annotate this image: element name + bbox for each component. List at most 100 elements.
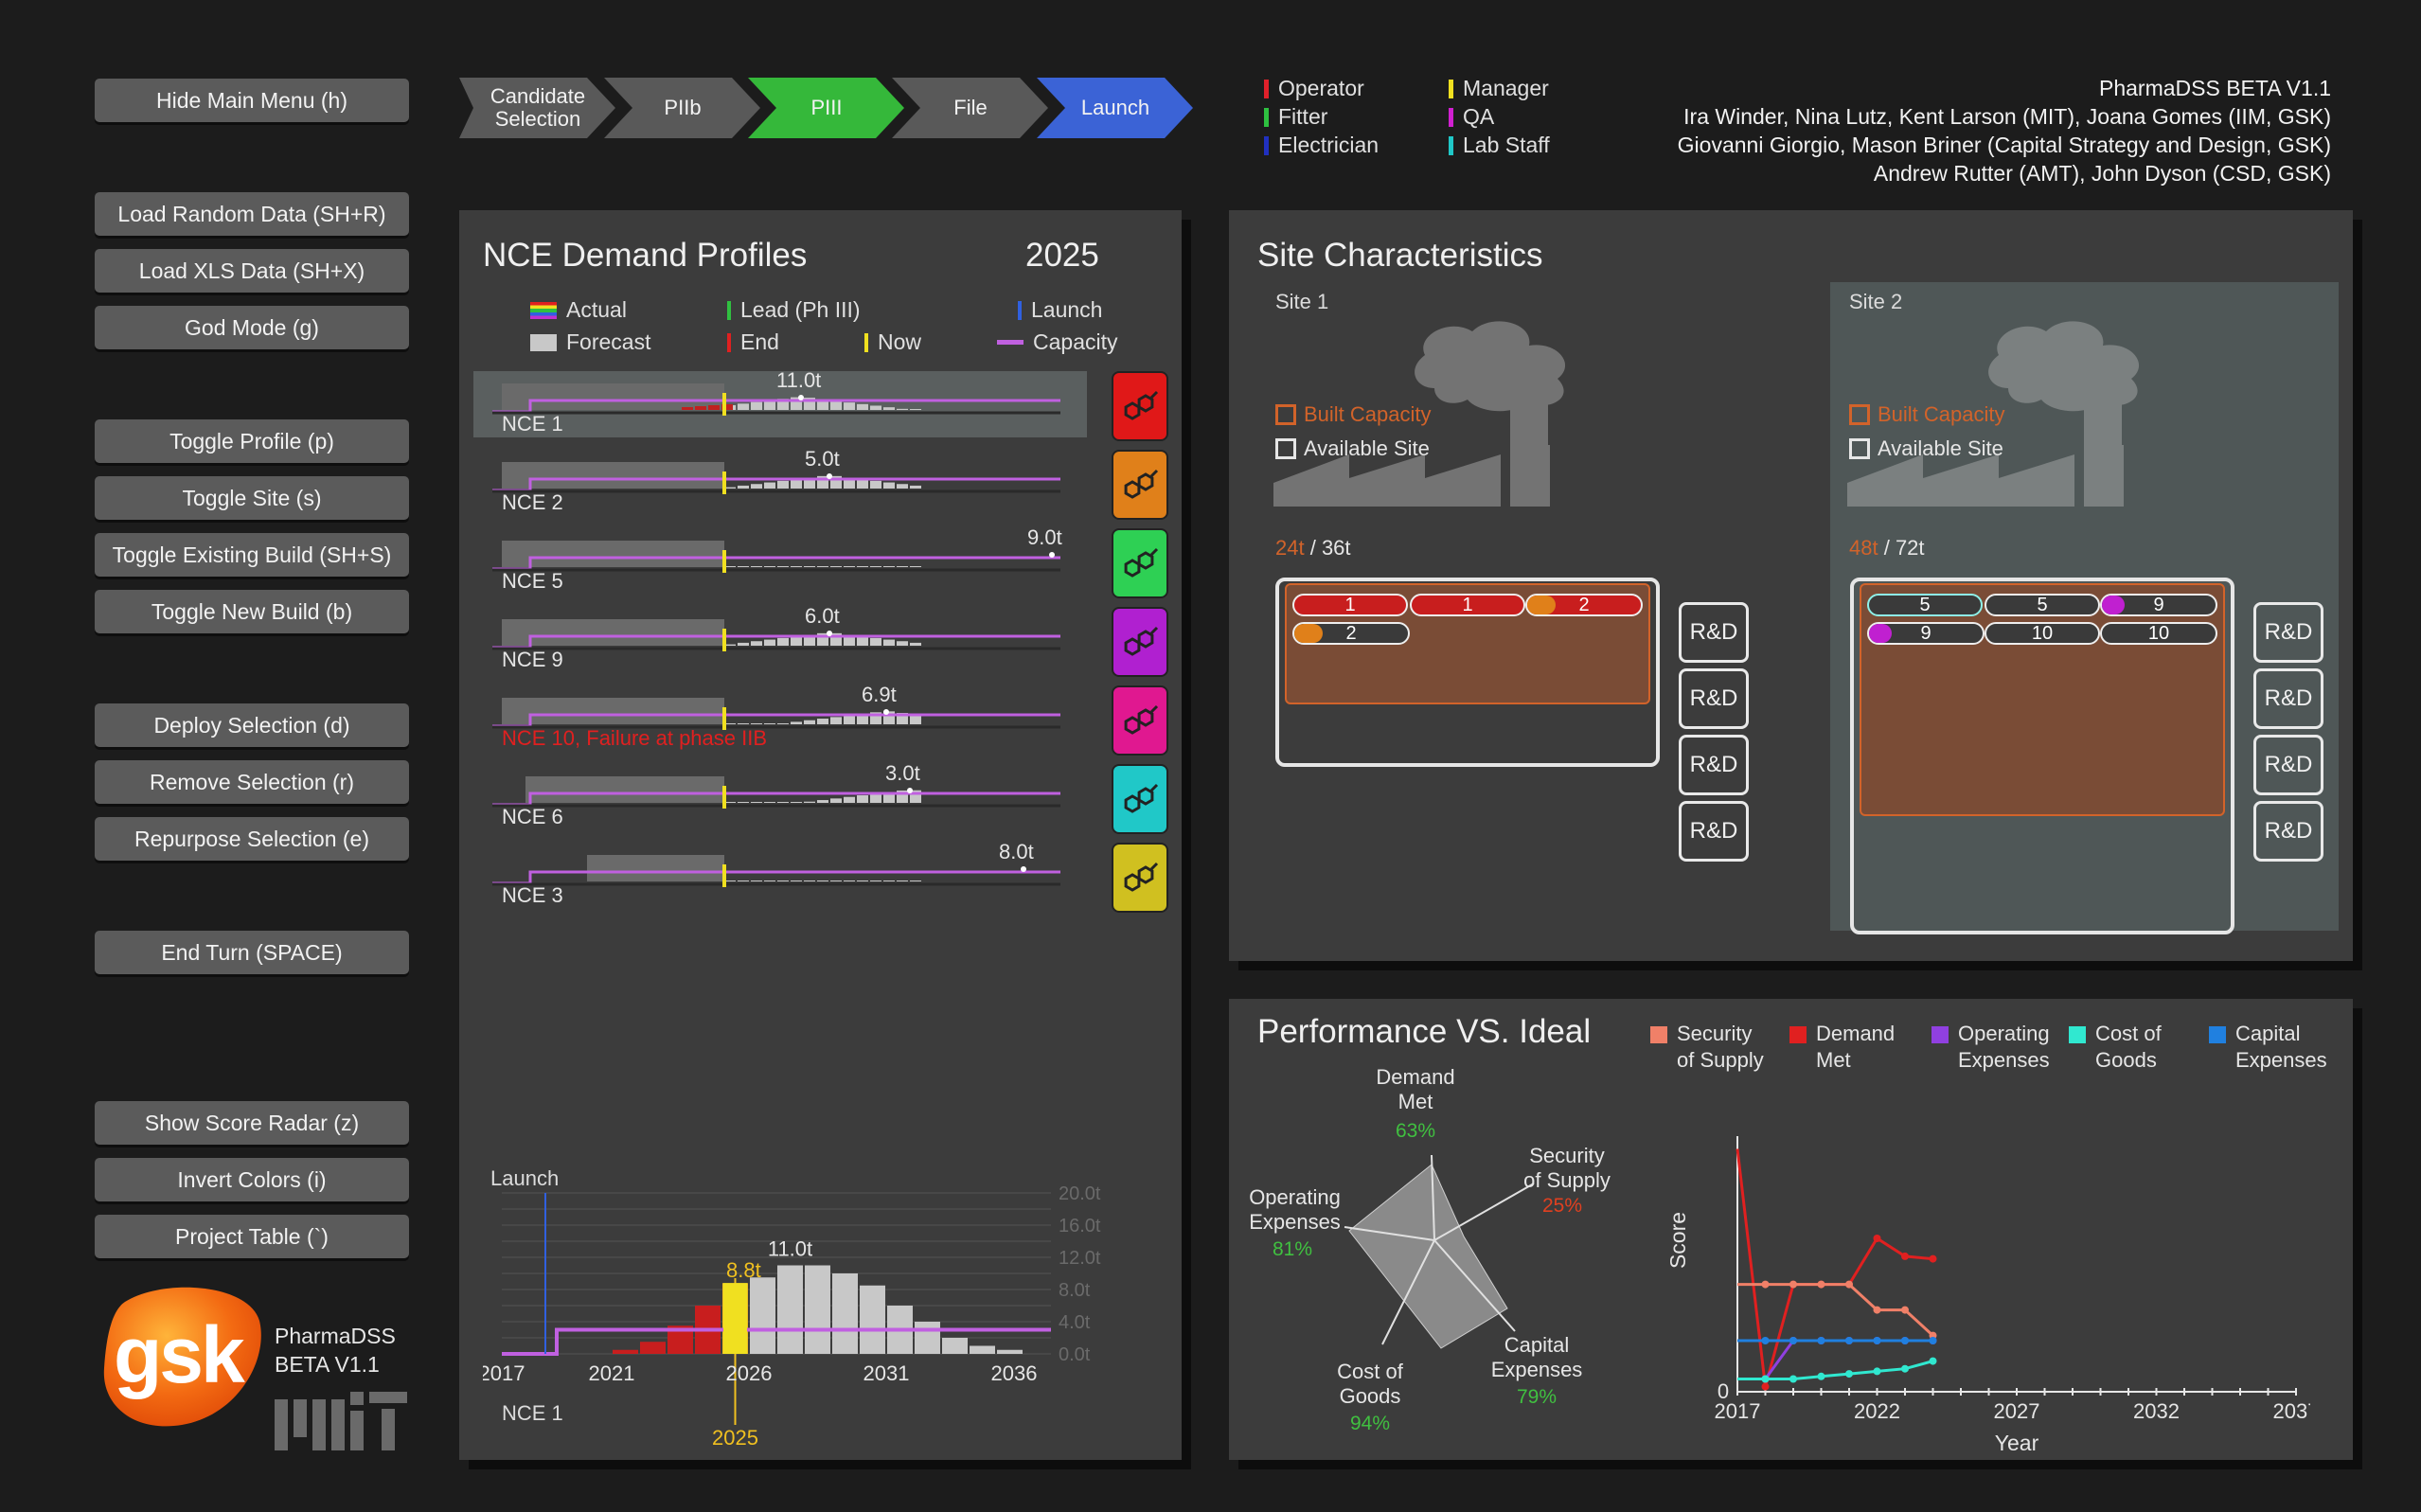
rd-button[interactable]: R&D [1679,668,1749,729]
forecast-bar [997,1349,1023,1354]
rd-button[interactable]: R&D [1679,735,1749,795]
project-table-button[interactable]: Project Table (`) [95,1215,409,1258]
performance-legend-item: Operating Expenses [1931,1021,2050,1074]
staff-color-tick-icon [1264,79,1269,98]
score-point [1845,1337,1853,1344]
rd-button[interactable]: R&D [1679,801,1749,862]
nce-molecule-button[interactable] [1112,843,1168,913]
actual-bar [613,1349,638,1354]
nce-molecule-button[interactable] [1112,764,1168,834]
phase-label: PIII [765,78,888,138]
load-random-data-button[interactable]: Load Random Data (SH+R) [95,192,409,236]
toggle-existing-build-button[interactable]: Toggle Existing Build (SH+S) [95,533,409,577]
phase-label: File [909,78,1032,138]
deploy-selection-button[interactable]: Deploy Selection (d) [95,703,409,747]
radar-capital-line2: Expenses [1490,1358,1583,1381]
nce-molecule-button[interactable] [1112,685,1168,756]
phase-1[interactable]: PIIb [604,78,765,138]
radar-capital-pct: 79% [1516,1386,1558,1408]
god-mode-button[interactable]: God Mode (g) [95,306,409,349]
nce-mini-chart[interactable] [492,529,1079,596]
phase-4[interactable]: Launch [1037,78,1198,138]
nce-molecule-button[interactable] [1112,371,1168,441]
nce-mini-chart[interactable] [492,765,1079,831]
radar-operating-label: Operating Expenses [1240,1185,1349,1235]
molecule-icon [1124,704,1159,735]
green-tick-icon [727,300,731,320]
nce-mini-chart[interactable] [492,608,1079,674]
phase-3[interactable]: File [892,78,1053,138]
pill-label: 10 [2147,622,2170,644]
nce-mini-chart[interactable] [492,451,1079,517]
build-pill[interactable]: 9 [1867,622,1985,645]
repurpose-selection-button[interactable]: Repurpose Selection (e) [95,817,409,861]
phase-label-line2: Selection [494,107,581,131]
radar-security-label: Security of Supply [1515,1144,1619,1193]
toggle-new-build-button[interactable]: Toggle New Build (b) [95,590,409,633]
site-1-built-legend: Built Capacity [1275,402,1432,427]
y-tick-label: 20.0t [1059,1183,1101,1204]
y-zero-label: 0 [1718,1379,1729,1403]
nce-name: NCE 9 [502,648,563,671]
actual-bar [640,1342,666,1354]
forecast-bar [860,1285,885,1354]
radar-cost-line1: Cost of [1337,1360,1403,1383]
build-pill[interactable]: 10 [2100,622,2217,645]
performance-legend-text: Security of Supply [1677,1021,1764,1074]
nce-mini-chart[interactable] [492,844,1079,910]
staff-label: Operator [1278,76,1364,100]
phase-0[interactable]: Candidate Selection [459,78,620,138]
site-1-available-label: Available Site [1304,436,1430,460]
phase-label-line1: PIII [810,96,843,119]
build-pill[interactable]: 2 [1292,622,1410,645]
build-pill[interactable]: 9 [2100,594,2217,616]
legend-line1: Operating [1958,1022,2050,1045]
nce-peak-value: 5.0t [805,447,840,471]
y-tick-label: 12.0t [1059,1248,1101,1269]
invert-colors-button[interactable]: Invert Colors (i) [95,1158,409,1201]
legend-lead: Lead (Ph III) [727,297,861,323]
end-turn-button[interactable]: End Turn (SPACE) [95,931,409,974]
toggle-profile-button[interactable]: Toggle Profile (p) [95,419,409,463]
gsk-logo: gsk [97,1283,269,1430]
phase-label: PIIb [621,78,744,138]
score-point [1901,1337,1909,1344]
load-xls-data-button[interactable]: Load XLS Data (SH+X) [95,249,409,293]
phase-2[interactable]: PIII [748,78,909,138]
build-pill[interactable]: 5 [1985,594,2100,616]
pill-label: 1 [1344,594,1356,615]
rd-button[interactable]: R&D [2253,602,2323,663]
site-2-built-area[interactable] [1860,583,2225,816]
show-score-radar-button[interactable]: Show Score Radar (z) [95,1101,409,1145]
nce-name: NCE 3 [502,883,563,907]
nce-failure-note: NCE 10, Failure at phase IIB [502,726,768,750]
build-pill[interactable]: 1 [1410,594,1525,616]
nce-molecule-button[interactable] [1112,450,1168,520]
remove-selection-button[interactable]: Remove Selection (r) [95,760,409,804]
legend-capacity: Capacity [997,329,1117,355]
rd-button[interactable]: R&D [2253,735,2323,795]
build-pill[interactable]: 5 [1867,594,1983,616]
legend-end-label: End [740,329,779,354]
y-axis-title: Score [1665,1212,1690,1269]
rd-button[interactable]: R&D [2253,801,2323,862]
score-point [1873,1367,1881,1376]
build-pill[interactable]: 10 [1985,622,2100,645]
build-pill[interactable]: 2 [1525,594,1643,616]
molecule-icon [1124,862,1159,892]
x-tick-label: 2031 [863,1361,910,1385]
hide-main-menu-button[interactable]: Hide Main Menu (h) [95,79,409,122]
site-1-total: / 36t [1309,536,1351,560]
rd-button[interactable]: R&D [1679,602,1749,663]
phase-label-line1: PIIb [664,96,702,119]
rd-button[interactable]: R&D [2253,668,2323,729]
y-tick-label: 8.0t [1059,1280,1091,1301]
phase-label-line1: File [953,96,988,119]
nce-molecule-button[interactable] [1112,607,1168,677]
nce-peak-value: 6.0t [805,604,840,628]
x-tick-label: 2017 [483,1361,525,1385]
nce-molecule-button[interactable] [1112,528,1168,598]
legend-line1: Security [1677,1022,1753,1045]
toggle-site-button[interactable]: Toggle Site (s) [95,476,409,520]
build-pill[interactable]: 1 [1292,594,1408,616]
